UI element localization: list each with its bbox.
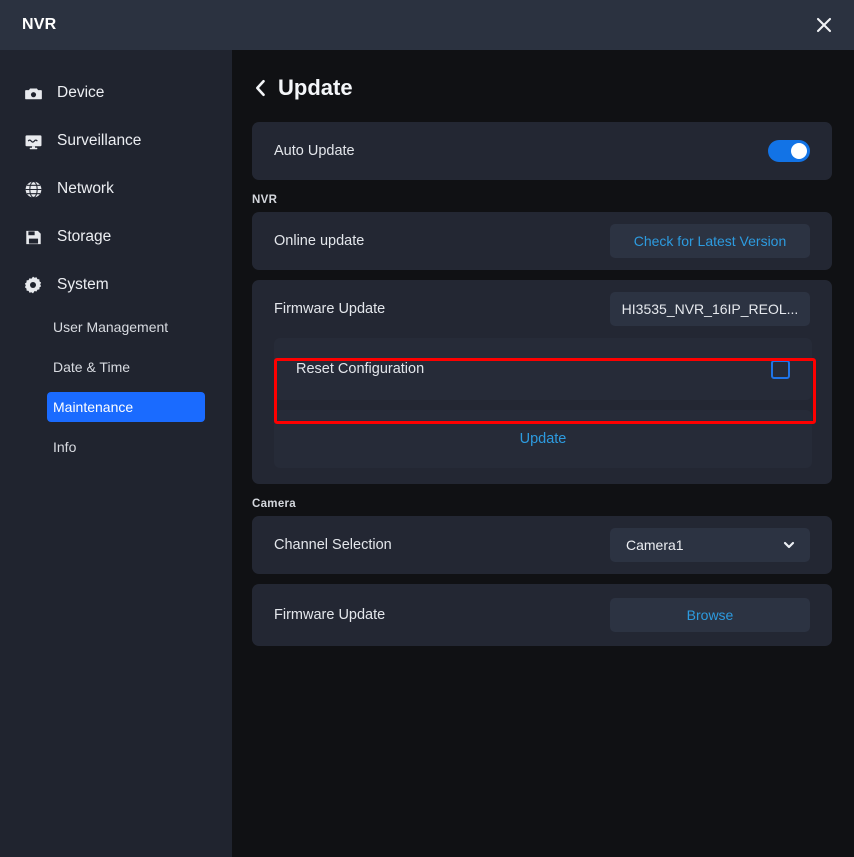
sidebar-item-label: Storage: [57, 228, 111, 246]
auto-update-label: Auto Update: [274, 143, 355, 159]
channel-selection-label: Channel Selection: [274, 537, 392, 553]
sidebar-subitem-label: Date & Time: [53, 359, 130, 375]
toggle-knob: [791, 143, 807, 159]
online-update-card: Online update Check for Latest Version: [252, 212, 832, 270]
sidebar-item-label: Device: [57, 84, 104, 102]
sidebar-subitems: User Management Date & Time Maintenance …: [0, 312, 232, 462]
sidebar: Device Surveillance: [0, 50, 232, 857]
section-label-nvr: NVR: [252, 194, 854, 206]
globe-icon: [22, 178, 44, 200]
app-title: NVR: [22, 16, 56, 34]
channel-selection-card: Channel Selection Camera1: [252, 516, 832, 574]
sidebar-item-surveillance[interactable]: Surveillance: [0, 124, 232, 158]
floppy-disk-icon: [22, 226, 44, 248]
camera-icon: [22, 82, 44, 104]
title-bar: NVR: [0, 0, 854, 50]
sidebar-subitem-label: User Management: [53, 319, 168, 335]
online-update-row: Online update Check for Latest Version: [252, 212, 832, 270]
nvr-firmware-update-label: Firmware Update: [274, 301, 385, 317]
sidebar-item-maintenance[interactable]: Maintenance: [47, 392, 205, 422]
reset-configuration-checkbox[interactable]: [771, 360, 790, 379]
sidebar-item-user-management[interactable]: User Management: [47, 312, 205, 342]
page-title: Update: [278, 75, 353, 101]
close-icon[interactable]: [806, 8, 842, 42]
sidebar-item-info[interactable]: Info: [47, 432, 205, 462]
channel-selection-dropdown[interactable]: Camera1: [610, 528, 810, 562]
sidebar-item-system[interactable]: System: [0, 268, 232, 302]
section-label-camera: Camera: [252, 498, 854, 510]
channel-selection-value: Camera1: [626, 537, 684, 553]
check-for-latest-version-button[interactable]: Check for Latest Version: [610, 224, 810, 258]
gear-icon: [22, 274, 44, 296]
auto-update-toggle[interactable]: [768, 140, 810, 162]
nvr-firmware-update-row: Firmware Update HI3535_NVR_16IP_REOL...: [252, 280, 832, 338]
camera-firmware-card: Firmware Update Browse: [252, 584, 832, 646]
sidebar-item-label: Network: [57, 180, 114, 198]
reset-configuration-label: Reset Configuration: [296, 361, 424, 377]
online-update-label: Online update: [274, 233, 364, 249]
monitor-icon: [22, 130, 44, 152]
app-window: NVR Device: [0, 0, 854, 857]
page-header: Update: [252, 75, 854, 101]
sidebar-item-label: Surveillance: [57, 132, 141, 150]
chevron-left-icon[interactable]: [252, 78, 268, 98]
sidebar-item-label: System: [57, 276, 109, 294]
sidebar-item-device[interactable]: Device: [0, 76, 232, 110]
auto-update-card: Auto Update: [252, 122, 832, 180]
nvr-update-button-panel: Update: [274, 410, 812, 468]
sidebar-item-network[interactable]: Network: [0, 172, 232, 206]
nvr-firmware-card: Firmware Update HI3535_NVR_16IP_REOL... …: [252, 280, 832, 484]
auto-update-row: Auto Update: [252, 122, 832, 180]
sidebar-subitem-label: Maintenance: [53, 399, 133, 415]
browse-button[interactable]: Browse: [610, 598, 810, 632]
content-panel: Update Auto Update NVR Online update Che…: [232, 50, 854, 857]
reset-configuration-row[interactable]: Reset Configuration: [274, 338, 812, 400]
chevron-down-icon: [782, 538, 796, 552]
nvr-firmware-file-value[interactable]: HI3535_NVR_16IP_REOL...: [610, 292, 810, 326]
sidebar-item-storage[interactable]: Storage: [0, 220, 232, 254]
nvr-update-button[interactable]: Update: [274, 410, 812, 468]
sidebar-subitem-label: Info: [53, 439, 76, 455]
camera-firmware-update-label: Firmware Update: [274, 607, 385, 623]
reset-configuration-panel: Reset Configuration: [274, 338, 812, 400]
sidebar-item-date-time[interactable]: Date & Time: [47, 352, 205, 382]
camera-firmware-update-row: Firmware Update Browse: [252, 584, 832, 646]
channel-selection-row: Channel Selection Camera1: [252, 516, 832, 574]
